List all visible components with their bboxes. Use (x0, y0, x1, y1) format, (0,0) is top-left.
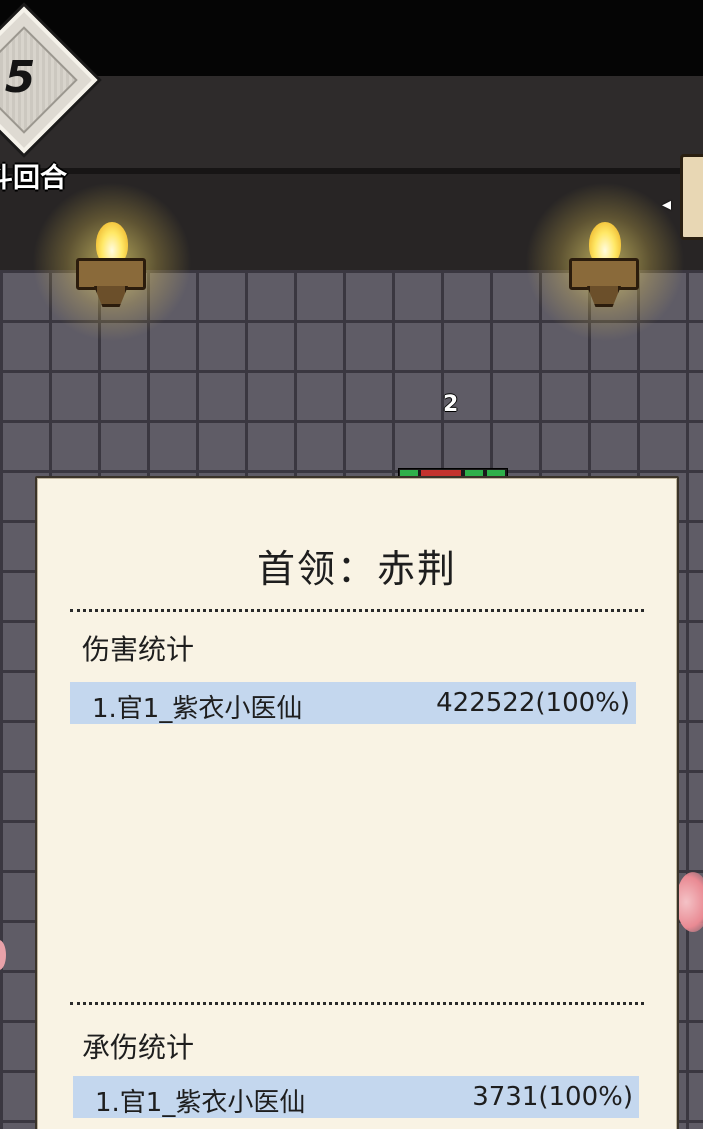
taken-row[interactable]: 1.官1_紫衣小医仙 3731(100%) (73, 1076, 639, 1118)
floating-value: 2 (443, 392, 459, 417)
petal-decoration (676, 872, 703, 932)
round-number: 5 (4, 52, 36, 103)
torch-right (525, 182, 685, 342)
taken-section-heading: 承伤统计 (82, 1031, 195, 1064)
taken-row-value: 3731(100%) (472, 1082, 633, 1112)
damage-row[interactable]: 1.官1_紫衣小医仙 422522(100%) (70, 682, 636, 724)
torch-bowl (569, 258, 639, 290)
round-label: 斗回合 (0, 163, 67, 194)
battle-stats-panel: 首领：赤荆 伤害统计 1.官1_紫衣小医仙 422522(100%) 承伤统计 … (35, 476, 679, 1129)
panel-title: 首领：赤荆 (256, 547, 457, 591)
torch-left (32, 182, 192, 342)
divider (70, 1002, 644, 1005)
top-bar (0, 0, 703, 76)
game-scene: 5 斗回合 ◂ 2 首领：赤荆 伤害统计 1.官1_紫衣小医仙 422522(1… (0, 0, 703, 1129)
damage-row-value: 422522(100%) (436, 688, 630, 718)
taken-row-name: 1.官1_紫衣小医仙 (95, 1088, 306, 1118)
divider (70, 609, 644, 612)
damage-row-name: 1.官1_紫衣小医仙 (92, 694, 303, 724)
torch-bowl (76, 258, 146, 290)
damage-section-heading: 伤害统计 (82, 633, 195, 666)
arrow-left-icon: ◂ (662, 194, 672, 215)
side-flag-button[interactable] (680, 154, 703, 240)
